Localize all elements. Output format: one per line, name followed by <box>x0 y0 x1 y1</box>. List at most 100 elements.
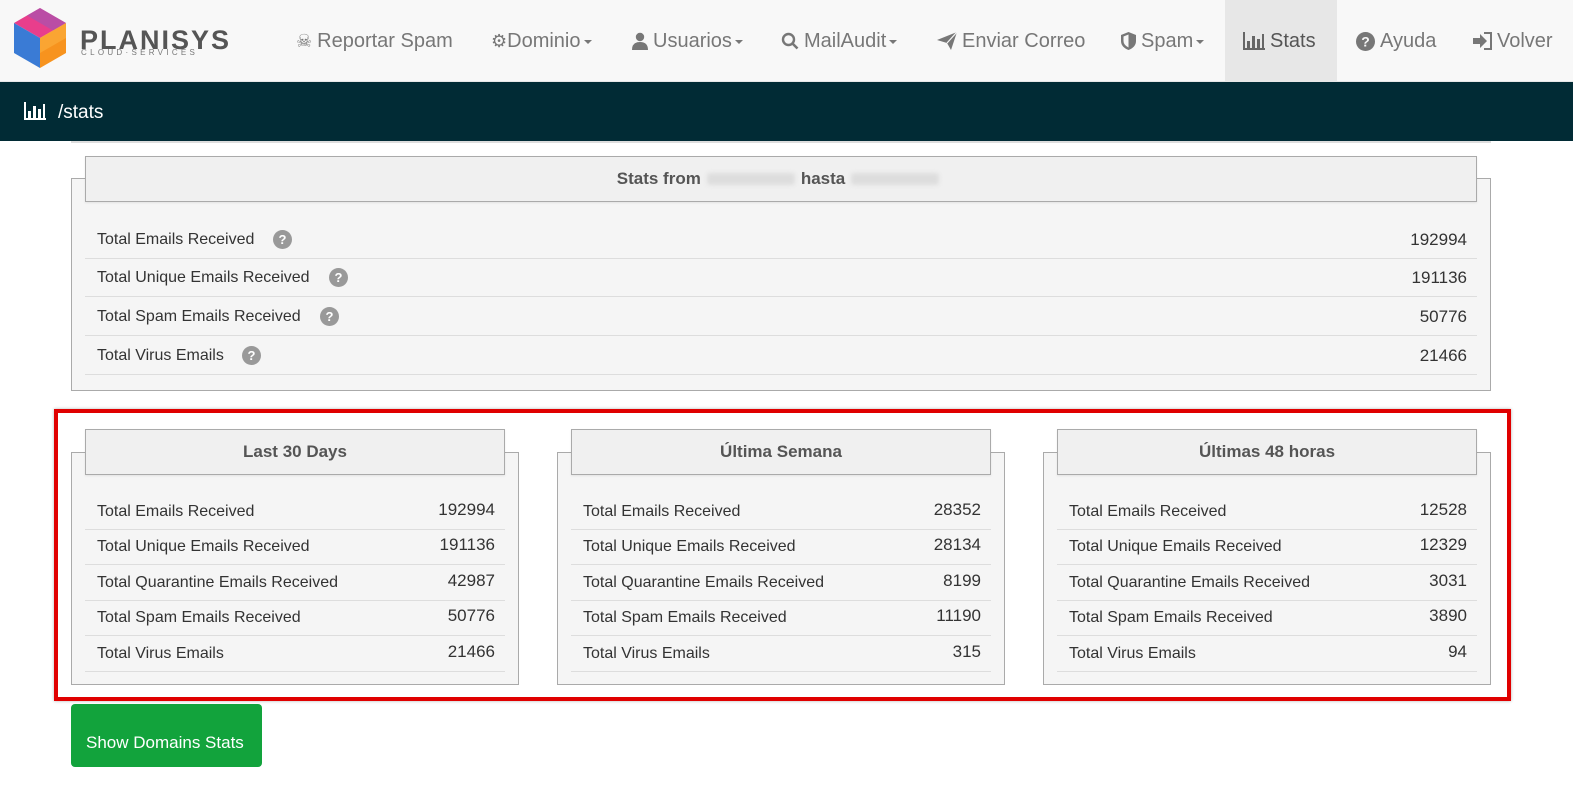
period-stats-row: Total Unique Emails Received 191136 <box>85 529 505 565</box>
period-row-value: 12329 <box>1419 535 1467 554</box>
sign-in-icon <box>1473 32 1492 50</box>
period-row-label: Total Emails Received <box>97 503 255 520</box>
period-row-label: Total Virus Emails <box>97 645 224 662</box>
help-icon[interactable]: ? <box>320 307 339 326</box>
question-circle-icon: ? <box>1356 31 1375 51</box>
shield-icon <box>1121 32 1136 50</box>
show-domains-stats-button[interactable]: Show Domains Stats <box>71 704 262 767</box>
summary-row-value: 21466 <box>1419 346 1467 365</box>
period-row-label: Total Emails Received <box>583 503 741 520</box>
period-row-value: 21466 <box>447 642 495 661</box>
nav-stats[interactable]: Stats <box>1225 0 1337 82</box>
stats-from-label: Stats from <box>616 169 701 188</box>
help-icon[interactable]: ? <box>242 346 261 365</box>
period-row-label: Total Quarantine Emails Received <box>1069 574 1311 591</box>
gear-icon: ⚙ <box>491 30 508 51</box>
nav-usuarios-label: Usuarios <box>653 29 732 52</box>
start-date-redacted <box>706 173 795 185</box>
summary-row: Total Unique Emails Received? 191136 <box>85 259 1477 297</box>
period-row-label: Total Unique Emails Received <box>97 538 310 555</box>
period-row-label: Total Unique Emails Received <box>583 538 796 555</box>
nav-ayuda-label: Ayuda <box>1380 29 1437 52</box>
nav-enviar-correo[interactable]: Enviar Correo <box>937 0 1085 82</box>
nav-spam-dropdown[interactable]: Spam <box>1121 0 1205 82</box>
period-row-value: 28134 <box>933 535 981 554</box>
period-row-label: Total Unique Emails Received <box>1069 538 1282 555</box>
period-stats-row: Total Emails Received 192994 <box>85 494 505 530</box>
breadcrumb-bar: /stats <box>0 82 1573 141</box>
nav-volver[interactable]: Volver <box>1473 0 1553 82</box>
paper-plane-icon <box>937 32 957 50</box>
period-stats-row: Total Virus Emails 94 <box>1057 636 1477 672</box>
period-stats-row: Total Virus Emails 315 <box>571 636 991 672</box>
period-row-label: Total Virus Emails <box>583 645 710 662</box>
caret-down-icon <box>734 40 743 44</box>
nav-spam-label: Spam <box>1141 29 1194 52</box>
period-stats-row: Total Unique Emails Received 28134 <box>571 529 991 565</box>
hasta-label: hasta <box>800 169 846 188</box>
help-icon[interactable]: ? <box>273 230 292 249</box>
summary-row: Total Virus Emails? 21466 <box>85 337 1477 375</box>
nav-report-spam[interactable]: ☠ Reportar Spam <box>296 0 453 82</box>
skull-icon: ☠ <box>296 30 313 51</box>
end-date-redacted <box>851 173 940 185</box>
caret-down-icon <box>583 40 592 44</box>
period-row-label: Total Quarantine Emails Received <box>583 574 825 591</box>
period-stats-row: Total Quarantine Emails Received 42987 <box>85 565 505 601</box>
nav-mailaudit-dropdown[interactable]: MailAudit <box>781 0 898 82</box>
period-stats-title: Últimas 48 horas <box>1057 429 1477 475</box>
summary-row: Total Emails Received? 192994 <box>85 221 1477 259</box>
search-icon <box>781 32 799 50</box>
breadcrumb: /stats <box>58 102 104 123</box>
period-stats-row: Total Spam Emails Received 3890 <box>1057 600 1477 636</box>
nav-usuarios-dropdown[interactable]: Usuarios <box>632 0 743 82</box>
period-row-value: 191136 <box>439 535 495 554</box>
period-stats-row: Total Spam Emails Received 50776 <box>85 600 505 636</box>
nav-enviar-correo-label: Enviar Correo <box>962 29 1086 52</box>
nav-dominio-dropdown[interactable]: ⚙ Dominio <box>491 0 592 82</box>
cube-logo-icon <box>14 8 66 68</box>
summary-row-value: 191136 <box>1411 268 1467 287</box>
divider <box>71 141 1491 143</box>
nav-stats-label: Stats <box>1270 29 1316 52</box>
period-row-label: Total Spam Emails Received <box>97 609 301 626</box>
nav-ayuda[interactable]: ? Ayuda <box>1356 0 1436 82</box>
nav-mailaudit-label: MailAudit <box>804 29 887 52</box>
period-stats-row: Total Emails Received 28352 <box>571 494 991 530</box>
period-row-label: Total Virus Emails <box>1069 645 1196 662</box>
summary-row-value: 50776 <box>1419 307 1467 326</box>
period-row-value: 192994 <box>438 500 495 519</box>
caret-down-icon <box>889 40 898 44</box>
period-row-value: 11190 <box>936 606 981 625</box>
summary-row-label: Total Unique Emails Received <box>97 269 310 286</box>
help-icon[interactable]: ? <box>329 268 348 287</box>
period-row-value: 3890 <box>1429 606 1467 625</box>
svg-text:?: ? <box>1361 33 1370 49</box>
period-row-label: Total Quarantine Emails Received <box>97 574 339 591</box>
period-row-value: 12528 <box>1419 500 1467 519</box>
nav-report-spam-label: Reportar Spam <box>317 29 453 52</box>
user-icon <box>632 32 648 50</box>
summary-row-value: 192994 <box>1410 230 1467 249</box>
summary-row-label: Total Virus Emails <box>97 347 224 364</box>
period-stats-row: Total Quarantine Emails Received 3031 <box>1057 565 1477 601</box>
top-navbar: PLANISYS CLOUD·SERVICES ☠ Reportar Spam … <box>0 0 1573 82</box>
period-stats-row: Total Spam Emails Received 11190 <box>571 600 991 636</box>
period-stats-row: Total Unique Emails Received 12329 <box>1057 529 1477 565</box>
bar-chart-icon <box>1243 32 1265 50</box>
period-row-value: 94 <box>1448 642 1467 661</box>
period-row-label: Total Spam Emails Received <box>583 609 787 626</box>
nav-dominio-label: Dominio <box>507 29 581 52</box>
nav-volver-label: Volver <box>1497 29 1553 52</box>
period-stats-title: Última Semana <box>571 429 991 475</box>
period-row-value: 3031 <box>1429 571 1467 590</box>
summary-row: Total Spam Emails Received? 50776 <box>85 298 1477 336</box>
planisys-logo[interactable]: PLANISYS CLOUD·SERVICES <box>10 6 229 70</box>
period-stats-row: Total Emails Received 12528 <box>1057 494 1477 530</box>
bar-chart-icon <box>24 102 46 120</box>
period-stats-row: Total Quarantine Emails Received 8199 <box>571 565 991 601</box>
period-row-label: Total Spam Emails Received <box>1069 609 1273 626</box>
period-row-value: 8199 <box>943 571 981 590</box>
summary-row-label: Total Spam Emails Received <box>97 308 301 325</box>
period-stats-title: Last 30 Days <box>85 429 505 475</box>
